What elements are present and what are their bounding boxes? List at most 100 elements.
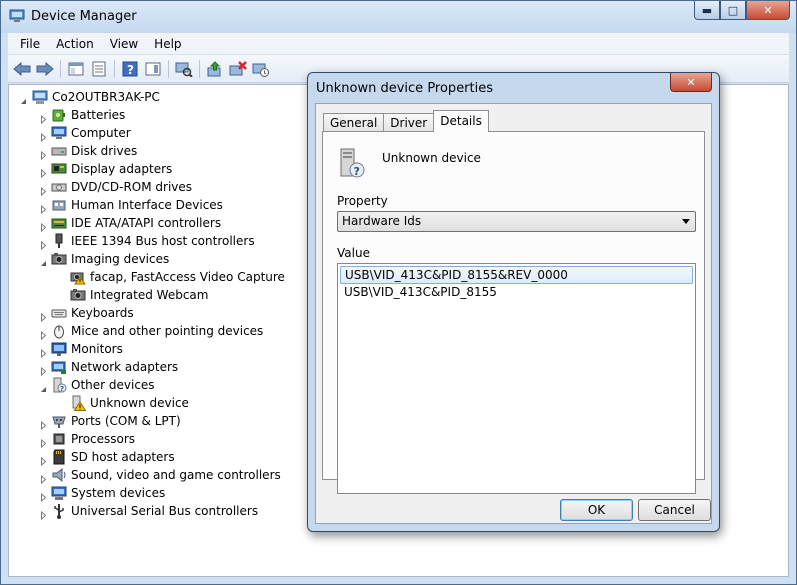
close-button[interactable]: ✕ — [746, 1, 790, 20]
console-tree-icon[interactable] — [66, 59, 86, 79]
camera-icon — [51, 251, 67, 267]
battery-icon — [51, 107, 67, 123]
value-list-item[interactable]: USB\VID_413C&PID_8155&REV_0000 — [340, 266, 693, 284]
tree-node-label: DVD/CD-ROM drives — [71, 180, 193, 194]
monitor-icon — [51, 341, 67, 357]
dialog-body: General Driver Details ? Unknown device … — [315, 103, 712, 524]
menu-action[interactable]: Action — [48, 34, 102, 54]
value-label: Value — [337, 246, 370, 260]
tree-node-label: System devices — [71, 486, 166, 500]
tab-driver[interactable]: Driver — [383, 113, 435, 132]
caption-buttons: ▬ □ ✕ — [694, 1, 790, 21]
disk-drive-icon — [51, 143, 67, 159]
expand-arrow-icon[interactable] — [39, 507, 48, 521]
mouse-icon — [51, 323, 67, 339]
forward-arrow-icon[interactable] — [35, 59, 55, 79]
expand-arrow-icon[interactable] — [39, 453, 48, 467]
sd-card-icon — [51, 449, 67, 465]
expand-arrow-icon[interactable] — [39, 201, 48, 215]
maximize-button[interactable]: □ — [720, 1, 746, 20]
tab-strip: General Driver Details — [323, 110, 489, 132]
svg-text:?: ? — [127, 63, 134, 77]
unknown-device-icon: ? — [340, 148, 365, 178]
dialog-title: Unknown device Properties — [316, 81, 494, 96]
display-adapter-icon — [51, 161, 67, 177]
help-icon[interactable]: ? — [120, 59, 140, 79]
expand-arrow-icon[interactable] — [39, 111, 48, 125]
toolbar-separator — [60, 59, 61, 78]
tree-node-label: Batteries — [71, 108, 126, 122]
tree-node-label: Network adapters — [71, 360, 179, 374]
toolbar-separator — [114, 59, 115, 78]
firewire-icon — [51, 233, 67, 249]
tree-node-label: Integrated Webcam — [90, 288, 209, 302]
details-tab-page: ? Unknown device Property Hardware Ids V… — [322, 131, 705, 494]
expand-arrow-icon[interactable] — [39, 327, 48, 341]
svg-text:?: ? — [60, 385, 64, 393]
uninstall-icon[interactable] — [228, 59, 248, 79]
property-select[interactable]: Hardware Ids — [337, 211, 696, 232]
device-name: Unknown device — [382, 151, 481, 165]
expand-arrow-icon[interactable] — [39, 147, 48, 161]
warning-device-icon — [70, 395, 87, 411]
expand-arrow-icon[interactable] — [39, 435, 48, 449]
tree-node-label: Disk drives — [71, 144, 138, 158]
usb-icon — [51, 503, 67, 519]
menu-help[interactable]: Help — [146, 34, 189, 54]
expand-arrow-icon[interactable] — [39, 363, 48, 377]
computer-icon — [51, 125, 67, 141]
dvd-drive-icon — [51, 179, 67, 195]
expand-arrow-icon[interactable] — [39, 489, 48, 503]
tree-node-label: Imaging devices — [71, 252, 170, 266]
expand-arrow-icon[interactable] — [39, 237, 48, 251]
expand-arrow-icon[interactable] — [39, 345, 48, 359]
toolbar-separator — [168, 59, 169, 78]
hid-icon — [51, 197, 67, 213]
menu-view[interactable]: View — [102, 34, 146, 54]
tab-details[interactable]: Details — [433, 110, 489, 132]
collapse-arrow-icon[interactable] — [19, 93, 28, 104]
minimize-button[interactable]: ▬ — [694, 1, 720, 20]
tree-node-label: Unknown device — [90, 396, 189, 410]
properties-icon[interactable] — [89, 59, 109, 79]
system-device-icon — [51, 485, 67, 501]
update-driver-icon[interactable] — [205, 59, 225, 79]
scan-hardware-icon[interactable] — [174, 59, 194, 79]
properties-dialog: Unknown device Properties ✕ General Driv… — [307, 72, 720, 532]
camera-icon — [70, 287, 86, 303]
tree-node-label: Universal Serial Bus controllers — [71, 504, 259, 518]
dialog-close-button[interactable]: ✕ — [670, 73, 712, 92]
value-list[interactable]: USB\VID_413C&PID_8155&REV_0000 USB\VID_41… — [337, 263, 696, 494]
tree-node-label: Human Interface Devices — [71, 198, 223, 212]
expand-arrow-icon[interactable] — [39, 417, 48, 431]
disable-icon[interactable] — [251, 59, 271, 79]
expand-arrow-icon[interactable] — [39, 219, 48, 233]
expand-arrow-icon[interactable] — [39, 309, 48, 323]
expand-arrow-icon[interactable] — [39, 183, 48, 197]
port-icon — [51, 413, 67, 429]
unknown-device-icon: ? — [51, 377, 67, 393]
expand-arrow-icon[interactable] — [39, 165, 48, 179]
keyboard-icon — [51, 305, 67, 321]
value-list-item[interactable]: USB\VID_413C&PID_8155 — [340, 284, 693, 302]
action-pane-icon[interactable] — [143, 59, 163, 79]
tree-node-label: Monitors — [71, 342, 123, 356]
tree-node-label: SD host adapters — [71, 450, 175, 464]
expand-arrow-icon[interactable] — [39, 129, 48, 143]
ok-button[interactable]: OK — [560, 499, 633, 521]
tree-node-label: Mice and other pointing devices — [71, 324, 264, 338]
collapse-arrow-icon[interactable] — [39, 255, 48, 266]
collapse-arrow-icon[interactable] — [39, 381, 48, 392]
chevron-down-icon — [682, 219, 690, 224]
tab-general[interactable]: General — [323, 113, 385, 132]
expand-arrow-icon[interactable] — [39, 471, 48, 485]
cancel-button[interactable]: Cancel — [638, 499, 711, 521]
menu-file[interactable]: File — [12, 34, 48, 54]
tree-node-label: Keyboards — [71, 306, 134, 320]
ide-controller-icon — [51, 215, 67, 231]
speaker-icon — [51, 467, 67, 483]
title-bar[interactable]: Device Manager ▬ □ ✕ — [1, 1, 796, 33]
back-arrow-icon[interactable] — [12, 59, 32, 79]
window-title: Device Manager — [31, 9, 137, 24]
tree-node-label: Ports (COM & LPT) — [71, 414, 181, 428]
